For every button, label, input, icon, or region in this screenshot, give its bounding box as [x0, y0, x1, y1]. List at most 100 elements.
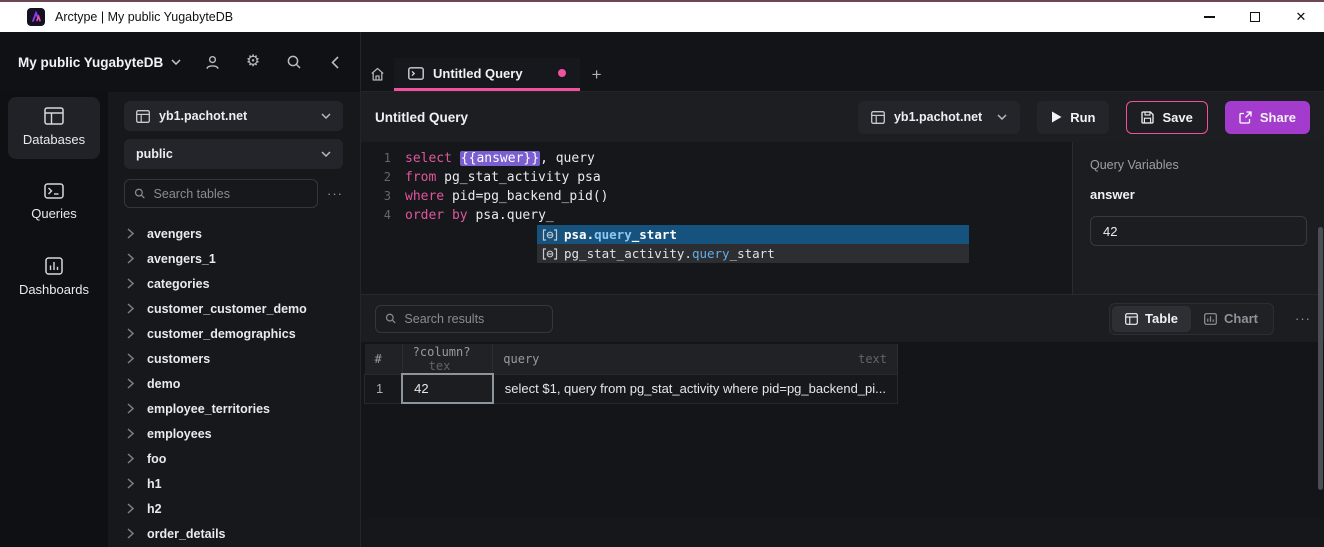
- variable-value-input[interactable]: [1090, 216, 1307, 246]
- table-name: order_details: [147, 527, 226, 541]
- connection-dropdown[interactable]: yb1.pachot.net: [124, 101, 343, 131]
- unsaved-dot-icon: [558, 69, 566, 77]
- autocomplete-item[interactable]: psa.query_start: [537, 225, 969, 244]
- minimize-button[interactable]: [1186, 2, 1232, 32]
- table-icon: [1125, 313, 1138, 325]
- code-token: pid=pg_backend_pid(): [452, 189, 609, 204]
- nav-item-label: Databases: [23, 132, 85, 147]
- table-name: demo: [147, 377, 180, 391]
- query-variables-heading: Query Variables: [1090, 158, 1307, 172]
- sql-editor[interactable]: 1select {{answer}}, query2from pg_stat_a…: [361, 142, 1072, 294]
- chevron-right-icon: [127, 278, 134, 289]
- query-connection-name: yb1.pachot.net: [894, 110, 982, 124]
- column-type: tex: [429, 359, 451, 373]
- column-name: ?column?: [413, 345, 471, 359]
- table-view-button[interactable]: Table: [1112, 306, 1191, 332]
- table-item-customer_demographics[interactable]: customer_demographics: [124, 321, 343, 346]
- table-item-customers[interactable]: customers: [124, 346, 343, 371]
- close-icon: ✕: [1296, 9, 1307, 25]
- scrollbar-thumb[interactable]: [1318, 227, 1323, 490]
- person-icon: [204, 54, 221, 71]
- table-item-employee_territories[interactable]: employee_territories: [124, 396, 343, 421]
- table-item-employees[interactable]: employees: [124, 421, 343, 446]
- column-header-num[interactable]: #: [365, 344, 403, 374]
- table-item-h1[interactable]: h1: [124, 471, 343, 496]
- workspace-switcher[interactable]: My public YugabyteDB: [0, 55, 181, 70]
- account-button[interactable]: [203, 53, 221, 71]
- code-line: 1select {{answer}}, query: [361, 149, 1072, 168]
- query-title: Untitled Query: [375, 110, 468, 125]
- tab-untitled-query[interactable]: Untitled Query: [394, 58, 580, 91]
- chevron-down-icon: [321, 151, 331, 157]
- databases-icon: [44, 107, 64, 125]
- search-results-box: [375, 305, 553, 333]
- code-token: pg_stat_activity psa: [444, 170, 601, 185]
- explorer-more-button[interactable]: ···: [318, 186, 343, 201]
- chevron-right-icon: [127, 503, 134, 514]
- home-tab[interactable]: [361, 58, 394, 91]
- connection-name: yb1.pachot.net: [159, 109, 247, 123]
- nav-item-dashboards[interactable]: Dashboards: [8, 247, 100, 309]
- main-panel: Untitled Query yb1.pachot.net Run Save: [360, 92, 1324, 547]
- schema-name: public: [136, 147, 173, 161]
- maximize-button[interactable]: [1232, 2, 1278, 32]
- autocomplete-item[interactable]: pg_stat_activity.query_start: [537, 244, 969, 263]
- share-button[interactable]: Share: [1225, 101, 1310, 134]
- column-header-column[interactable]: ?column?tex: [402, 344, 493, 374]
- chevron-down-icon: [997, 114, 1007, 120]
- table-item-customer_customer_demo[interactable]: customer_customer_demo: [124, 296, 343, 321]
- search-tables-box: [124, 179, 318, 208]
- results-toolbar: Table Chart ···: [361, 294, 1324, 342]
- variable-name: answer: [1090, 187, 1307, 202]
- chart-view-button[interactable]: Chart: [1191, 306, 1271, 332]
- chevron-right-icon: [127, 478, 134, 489]
- chevron-right-icon: [127, 303, 134, 314]
- table-name: employee_territories: [147, 402, 270, 416]
- chevron-right-icon: [127, 353, 134, 364]
- line-number: 1: [361, 149, 391, 168]
- results-more-button[interactable]: ···: [1286, 311, 1311, 326]
- collapse-sidebar-button[interactable]: [326, 53, 344, 71]
- line-number: 4: [361, 206, 391, 225]
- chart-icon: [1204, 313, 1217, 325]
- row-index-cell[interactable]: 1: [365, 374, 403, 403]
- column-name: #: [375, 352, 382, 366]
- table-item-foo[interactable]: foo: [124, 446, 343, 471]
- table-item-demo[interactable]: demo: [124, 371, 343, 396]
- search-tables-input[interactable]: [154, 187, 308, 201]
- table-item-avengers[interactable]: avengers: [124, 221, 343, 246]
- save-button[interactable]: Save: [1126, 101, 1207, 134]
- query-connection-dropdown[interactable]: yb1.pachot.net: [858, 101, 1020, 134]
- tab-label: Untitled Query: [433, 66, 523, 81]
- nav-item-queries[interactable]: Queries: [8, 173, 100, 233]
- chevron-right-icon: [127, 228, 134, 239]
- window-title: Arctype | My public YugabyteDB: [55, 10, 233, 24]
- column-icon: [542, 248, 558, 260]
- table-item-categories[interactable]: categories: [124, 271, 343, 296]
- query-header: Untitled Query yb1.pachot.net Run Save: [361, 92, 1324, 142]
- close-button[interactable]: ✕: [1278, 2, 1324, 32]
- ac-suffix: _start: [632, 227, 677, 242]
- table-item-order_details[interactable]: order_details: [124, 521, 343, 546]
- table-item-avengers_1[interactable]: avengers_1: [124, 246, 343, 271]
- line-number: 3: [361, 187, 391, 206]
- column-name: query: [503, 352, 539, 366]
- view-toggle: Table Chart: [1109, 303, 1274, 335]
- nav-item-databases[interactable]: Databases: [8, 97, 100, 159]
- schema-dropdown[interactable]: public: [124, 139, 343, 169]
- result-cell-query[interactable]: select $1, query from pg_stat_activity w…: [493, 374, 898, 403]
- arctype-logo-icon: [27, 8, 45, 26]
- nav-item-label: Dashboards: [19, 282, 89, 297]
- run-button[interactable]: Run: [1037, 101, 1109, 134]
- ac-match: query: [692, 246, 730, 261]
- search-results-input[interactable]: [404, 312, 543, 326]
- column-header-query[interactable]: querytext: [493, 344, 898, 374]
- titlebar: Arctype | My public YugabyteDB ✕: [0, 2, 1324, 32]
- settings-button[interactable]: ⚙: [244, 53, 262, 71]
- table-item-h2[interactable]: h2: [124, 496, 343, 521]
- result-cell-column[interactable]: 42: [402, 374, 493, 403]
- queries-icon: [44, 183, 64, 199]
- global-search-button[interactable]: [285, 53, 303, 71]
- search-icon: [286, 54, 302, 70]
- new-tab-button[interactable]: +: [580, 58, 614, 91]
